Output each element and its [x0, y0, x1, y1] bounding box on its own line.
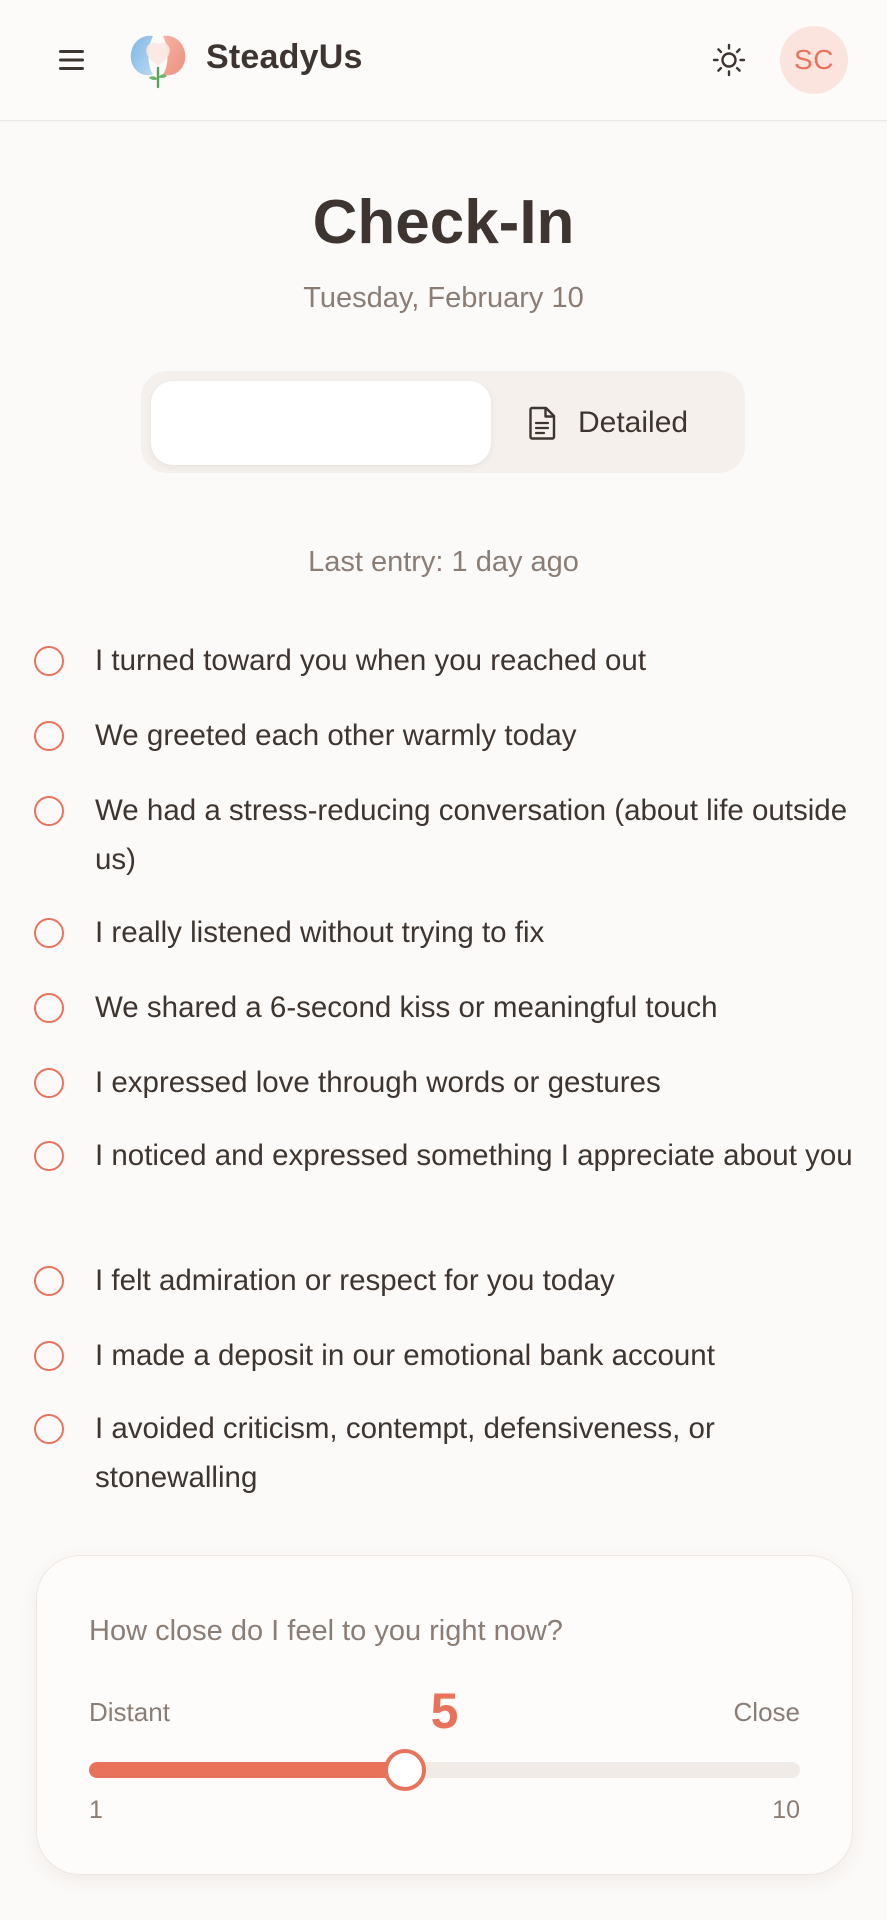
checklist-item-label: We shared a 6-second kiss or meaningful …	[95, 991, 718, 1024]
closeness-slider[interactable]	[89, 1749, 800, 1791]
checkbox-circle[interactable]	[34, 646, 64, 676]
checkbox-circle[interactable]	[34, 1141, 64, 1171]
page-date: Tuesday, February 10	[303, 282, 584, 314]
checklist-item-label: I expressed love through words or gestur…	[95, 1066, 661, 1099]
slider-right-label: Close	[733, 1697, 800, 1727]
closeness-question: How close do I feel to you right now?	[89, 1615, 563, 1647]
checkbox-circle[interactable]	[34, 1068, 64, 1098]
checkbox-circle[interactable]	[34, 993, 64, 1023]
closeness-value: 5	[430, 1683, 459, 1739]
slider-max-label: 10	[772, 1796, 800, 1824]
checklist-item-label: I really listened without trying to fix	[95, 916, 545, 949]
top-bar: SteadyUs SC	[0, 0, 887, 121]
checklist-item-label: We had a stress-reducing conversation (a…	[95, 794, 848, 876]
steadyus-logo	[127, 32, 189, 90]
checklist-item-label: I felt admiration or respect for you tod…	[95, 1264, 615, 1297]
sun-icon	[712, 43, 746, 77]
last-entry-text: Last entry: 1 day ago	[308, 546, 579, 578]
checklist-item-label: We greeted each other warmly today	[95, 719, 577, 752]
checklist-item-label: I made a deposit in our emotional bank a…	[95, 1339, 715, 1372]
checkbox-circle[interactable]	[34, 796, 64, 826]
page-title: Check-In	[312, 188, 575, 257]
closeness-card: How close do I feel to you right now? Di…	[36, 1555, 853, 1875]
checklist-item-label: I turned toward you when you reached out	[95, 644, 647, 677]
checkbox-circle[interactable]	[34, 1341, 64, 1371]
checkbox-circle[interactable]	[34, 1414, 64, 1444]
mode-option-selected[interactable]	[151, 381, 491, 465]
checkbox-circle[interactable]	[34, 918, 64, 948]
slider-thumb[interactable]	[383, 1749, 426, 1791]
app-name: SteadyUs	[206, 38, 363, 76]
mode-option-detailed[interactable]: Detailed	[526, 381, 726, 465]
mode-toggle: Detailed	[141, 371, 745, 473]
document-icon	[526, 406, 558, 440]
checklist-item-label: I avoided criticism, contempt, defensive…	[95, 1412, 715, 1494]
slider-fill	[89, 1762, 405, 1778]
slider-min-label: 1	[89, 1796, 103, 1824]
menu-button[interactable]	[50, 40, 94, 80]
mode-option-label: Detailed	[578, 406, 689, 439]
checkbox-circle[interactable]	[34, 721, 64, 751]
theme-toggle-button[interactable]	[707, 40, 751, 80]
checklist-item-label: I noticed and expressed something I appr…	[95, 1139, 853, 1172]
avatar[interactable]: SC	[780, 26, 848, 94]
hamburger-menu-icon	[59, 50, 84, 70]
checkbox-circle[interactable]	[34, 1266, 64, 1296]
